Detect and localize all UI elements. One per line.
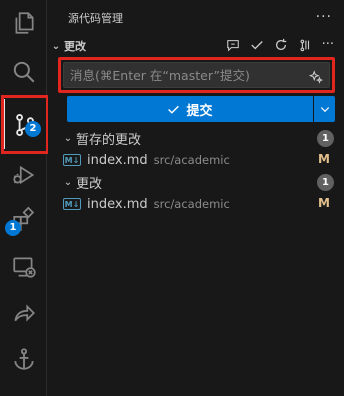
file-status: M — [318, 152, 330, 166]
file-path: src/academic — [153, 197, 230, 211]
anchor-icon[interactable] — [0, 336, 47, 382]
staged-count-badge: 1 — [317, 130, 334, 147]
section-more-icon[interactable]: ··· — [322, 37, 334, 52]
changes-section-title: 更改 — [64, 40, 86, 53]
commit-button-label: 提交 — [186, 103, 213, 119]
file-name: index.md — [87, 152, 148, 168]
file-path: src/academic — [153, 153, 230, 167]
source-control-panel: 源代码管理 ··· ⌄ 更改 ··· 提交 ⌄ 暂存的更改 1 M↓ index… — [48, 0, 344, 396]
staged-changes-label: 暂存的更改 — [76, 132, 142, 148]
remote-explorer-icon[interactable] — [0, 244, 47, 290]
markdown-file-icon: M↓ — [63, 198, 81, 210]
changes-label: 更改 — [76, 176, 103, 192]
commit-button[interactable]: 提交 — [67, 96, 313, 122]
chevron-down-icon: ⌄ — [63, 176, 73, 188]
live-share-icon[interactable] — [0, 290, 47, 336]
panel-title-row: 源代码管理 — [48, 0, 344, 35]
more-actions-icon[interactable]: ··· — [316, 9, 332, 25]
panel-title: 源代码管理 — [68, 11, 123, 25]
staged-file-row[interactable]: M↓ index.md src/academic M — [48, 149, 344, 171]
search-icon[interactable] — [0, 49, 47, 95]
markdown-file-icon: M↓ — [63, 154, 81, 166]
check-icon — [168, 105, 180, 114]
run-debug-icon[interactable] — [0, 152, 47, 198]
commit-check-icon[interactable] — [250, 38, 264, 52]
chevron-down-icon: ⌄ — [51, 40, 61, 52]
commit-message-input[interactable] — [63, 62, 330, 88]
changed-file-row[interactable]: M↓ index.md src/academic M — [48, 193, 344, 215]
activity-bar: 2 1 — [0, 0, 49, 396]
scm-badge: 2 — [25, 121, 41, 137]
source-control-icon[interactable]: 2 — [1, 95, 49, 154]
changes-count-badge: 1 — [317, 174, 334, 191]
file-status: M — [318, 196, 330, 210]
file-name: index.md — [87, 196, 148, 212]
chevron-down-icon: ⌄ — [63, 132, 73, 144]
extensions-icon[interactable]: 1 — [0, 196, 47, 242]
commit-dropdown-button[interactable] — [314, 96, 335, 122]
refresh-icon[interactable] — [274, 38, 288, 52]
generate-commit-message-icon[interactable] — [226, 38, 240, 52]
sparkle-icon[interactable] — [309, 70, 323, 84]
extensions-badge: 1 — [5, 220, 21, 236]
commit-message-highlight — [58, 57, 335, 93]
chevron-down-icon — [320, 107, 329, 113]
explorer-icon[interactable] — [0, 0, 47, 46]
graph-icon[interactable] — [298, 38, 312, 52]
changes-group[interactable]: ⌄ 更改 1 — [48, 171, 344, 193]
section-actions: ··· — [226, 37, 334, 52]
staged-changes-group[interactable]: ⌄ 暂存的更改 1 — [48, 127, 344, 149]
